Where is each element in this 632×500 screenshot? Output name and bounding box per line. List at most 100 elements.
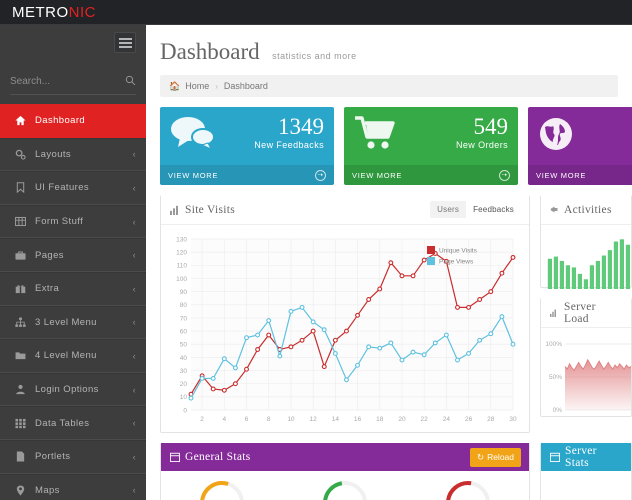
sidebar-top xyxy=(0,25,146,69)
calendar-icon xyxy=(550,452,560,462)
bar-chart-icon xyxy=(170,205,180,215)
site-visits-tools: Users Feedbacks xyxy=(430,201,521,218)
tile-view-more[interactable]: VIEW MORE➝ xyxy=(528,165,632,185)
sidebar-item-3-level-menu[interactable]: 3 Level Menu ‹ xyxy=(0,305,146,340)
sidebar-menu: Dashboard Layouts ‹ UI Features ‹ Form Stuff ‹… xyxy=(0,104,155,500)
megaphone-icon xyxy=(550,205,559,214)
general-stats-title: General Stats xyxy=(185,451,251,463)
brand-logo[interactable]: METRONIC xyxy=(12,4,96,21)
tab-users[interactable]: Users xyxy=(430,201,466,218)
sidebar-item-label: 3 Level Menu xyxy=(35,316,97,328)
svg-text:60: 60 xyxy=(180,328,188,335)
stat-tile[interactable]: VIEW MORE➝ xyxy=(528,107,632,185)
general-stats-header: General Stats ↻ Reload xyxy=(161,443,529,471)
sidebar: Dashboard Layouts ‹ UI Features ‹ Form Stuff ‹… xyxy=(0,25,155,500)
tile-view-more[interactable]: VIEW MORE➝ xyxy=(160,165,334,185)
server-load-portlet: Server Load 0% 50% 100% xyxy=(540,298,632,417)
activities-bar-chart xyxy=(547,239,630,289)
chevron-left-icon: ‹ xyxy=(132,451,136,462)
sidebar-item-label: Extra xyxy=(35,283,60,295)
sidebar-item-maps[interactable]: Maps ‹ xyxy=(0,473,146,500)
svg-text:26: 26 xyxy=(465,416,473,423)
sidebar-item-data-tables[interactable]: Data Tables ‹ xyxy=(0,406,146,440)
chevron-left-icon: ‹ xyxy=(132,182,136,193)
chevron-left-icon: ‹ xyxy=(132,384,136,395)
site-visits-header: Site Visits Users Feedbacks xyxy=(161,195,529,225)
tile-view-more[interactable]: VIEW MORE➝ xyxy=(344,165,518,185)
svg-text:16: 16 xyxy=(354,416,362,423)
svg-text:0%: 0% xyxy=(553,407,563,414)
reload-button[interactable]: ↻ Reload xyxy=(469,447,521,467)
sidebar-item-dashboard[interactable]: Dashboard xyxy=(0,104,155,138)
dashboard-page: METRONIC DashboardLayouts‹UI Features‹Fo… xyxy=(0,0,632,500)
chevron-left-icon: ‹ xyxy=(132,149,136,160)
tile-body: 549 New Orders xyxy=(344,107,518,165)
home-icon xyxy=(12,115,28,126)
svg-text:Page Views: Page Views xyxy=(439,259,474,266)
page-header: Dashboard statistics and more 🏠 Home › D… xyxy=(146,25,632,97)
stat-gauge xyxy=(442,477,494,500)
server-stats-title: Server Stats xyxy=(565,445,597,469)
chevron-left-icon: ‹ xyxy=(132,418,136,429)
sidebar-search xyxy=(10,69,136,95)
tab-feedbacks[interactable]: Feedbacks xyxy=(466,201,521,218)
sidebar-item-pages[interactable]: Pages ‹ xyxy=(0,238,146,272)
top-navbar: METRONIC xyxy=(0,0,632,25)
view-more-label: VIEW MORE xyxy=(536,170,587,180)
gift-icon xyxy=(12,283,28,294)
reload-label: Reload xyxy=(487,452,514,462)
view-more-label: VIEW MORE xyxy=(352,170,403,180)
stat-tiles-row: 1349 New Feedbacks VIEW MORE ➝ 549 New Orders… xyxy=(146,97,632,185)
right-column: Activities Server Load 0% 50% 100% xyxy=(540,195,632,417)
search-icon[interactable] xyxy=(125,75,136,86)
activities-portlet: Activities xyxy=(540,195,632,289)
site-visits-line-chart: 01020304050607080901001101201302 4 6 8 10 12 1… xyxy=(176,236,517,423)
sidebar-item-4-level-menu[interactable]: 4 Level Menu ‹ xyxy=(0,339,146,373)
sidebar-item-form-stuff[interactable]: Form Stuff ‹ xyxy=(0,204,146,239)
sidebar-toggle-button[interactable] xyxy=(114,32,136,53)
hamburger-bar xyxy=(118,37,132,40)
site-visits-portlet: Site Visits Users Feedbacks 0 10 20 30 40 50 60… xyxy=(160,195,530,433)
server-load-header: Server Load xyxy=(541,298,631,328)
stat-tile[interactable]: 1349 New Feedbacks VIEW MORE ➝ xyxy=(160,107,334,185)
chevron-left-icon: ‹ xyxy=(132,250,136,261)
svg-text:10: 10 xyxy=(180,394,188,401)
gauge-chart xyxy=(445,481,490,500)
stat-tile[interactable]: 549 New Orders VIEW MORE ➝ xyxy=(344,107,518,185)
svg-text:70: 70 xyxy=(180,315,188,322)
svg-text:120: 120 xyxy=(176,250,187,257)
server-load-area-chart: 0% 50% 100% xyxy=(545,341,631,414)
sidebar-item-extra[interactable]: Extra ‹ xyxy=(0,271,146,306)
search-input[interactable] xyxy=(10,69,136,93)
folder-icon xyxy=(12,350,28,361)
svg-text:2: 2 xyxy=(200,416,204,423)
site-visits-title: Site Visits xyxy=(185,203,236,216)
map-marker-icon xyxy=(12,485,28,496)
grid-icon xyxy=(12,418,28,429)
sidebar-item-login-options[interactable]: Login Options ‹ xyxy=(0,372,146,407)
view-more-label: VIEW MORE xyxy=(168,170,219,180)
svg-text:22: 22 xyxy=(421,416,429,423)
brand-part-1: METRO xyxy=(12,4,69,21)
server-load-title: Server Load xyxy=(564,300,596,325)
svg-text:50%: 50% xyxy=(549,374,562,381)
svg-text:20: 20 xyxy=(398,416,406,423)
hamburger-bar xyxy=(118,45,132,48)
svg-text:100: 100 xyxy=(176,276,187,283)
svg-text:28: 28 xyxy=(487,416,495,423)
sidebar-item-ui-features[interactable]: UI Features ‹ xyxy=(0,171,146,205)
sidebar-item-layouts[interactable]: Layouts ‹ xyxy=(0,137,146,172)
svg-text:20: 20 xyxy=(180,381,188,388)
comments-icon xyxy=(170,116,216,150)
svg-text:130: 130 xyxy=(176,236,187,243)
svg-text:100%: 100% xyxy=(545,341,562,348)
calendar-icon xyxy=(170,452,180,462)
sidebar-item-portlets[interactable]: Portlets ‹ xyxy=(0,439,146,474)
breadcrumb: 🏠 Home › Dashboard xyxy=(160,75,618,97)
breadcrumb-home[interactable]: Home xyxy=(185,81,209,91)
briefcase-icon xyxy=(12,250,28,261)
sidebar-item-label: Maps xyxy=(35,484,60,496)
shopping-cart-icon xyxy=(354,116,398,150)
sidebar-item-label: Portlets xyxy=(35,451,71,463)
server-stats-title-group: Server Stats xyxy=(550,445,623,469)
